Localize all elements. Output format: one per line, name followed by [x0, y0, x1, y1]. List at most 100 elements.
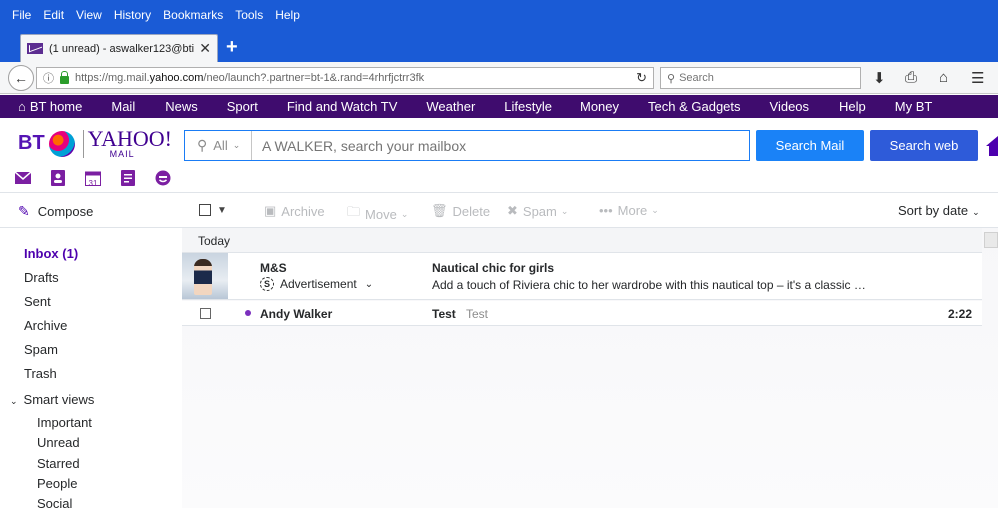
- bt-nav-weather[interactable]: Weather: [426, 99, 475, 114]
- tab-title: (1 unread) - aswalker123@bti...: [49, 42, 196, 55]
- bt-nav-mail[interactable]: Mail: [111, 99, 135, 114]
- calendar-app-icon[interactable]: 31: [84, 170, 102, 188]
- folder-drafts[interactable]: Drafts: [24, 270, 59, 285]
- chevron-down-icon: ⌄: [400, 208, 409, 219]
- browser-tab[interactable]: (1 unread) - aswalker123@bti... ✕: [20, 34, 218, 62]
- sort-dropdown[interactable]: Sort by date ⌄: [898, 203, 980, 218]
- bt-nav-videos[interactable]: Videos: [770, 99, 810, 114]
- search-scope-dropdown[interactable]: ⚲ All ⌄: [185, 131, 252, 160]
- lock-icon: [60, 71, 69, 84]
- bt-nav-money[interactable]: Money: [580, 99, 619, 114]
- home-icon[interactable]: [984, 134, 998, 158]
- close-tab-icon[interactable]: ✕: [199, 40, 211, 57]
- menu-history[interactable]: History: [114, 8, 151, 22]
- folder-sent[interactable]: Sent: [24, 294, 51, 309]
- smart-view-people[interactable]: People: [37, 476, 77, 491]
- select-all-checkbox[interactable]: ▼: [199, 204, 227, 216]
- menu-icon[interactable]: ☰: [971, 69, 984, 87]
- messenger-app-icon[interactable]: [154, 170, 172, 186]
- bt-nav-help[interactable]: Help: [839, 99, 866, 114]
- scrollbar-up[interactable]: [984, 232, 998, 248]
- bt-nav-mybt[interactable]: My BT: [895, 99, 933, 114]
- mail-search-box: ⚲ All ⌄: [184, 130, 750, 161]
- trash-icon: 🗑: [431, 203, 448, 218]
- browser-search-box[interactable]: ⚲: [660, 67, 861, 89]
- bt-nav-sport[interactable]: Sport: [227, 99, 258, 114]
- sponsored-icon: S: [260, 277, 274, 291]
- mail-header: BT YAHOO! MAIL ⚲ All ⌄ Search Mail Searc…: [0, 118, 998, 193]
- menu-tools[interactable]: Tools: [235, 8, 263, 22]
- ad-tag[interactable]: S Advertisement ⌄: [260, 277, 373, 291]
- browser-search-input[interactable]: [679, 72, 830, 84]
- message-sender: Andy Walker: [260, 307, 333, 321]
- envelope-icon: [27, 43, 43, 54]
- mail-toolbar: ✎ Compose ▼ ▣ Archive 🗀 Move ⌄ 🗑 Delete ✖ Spa…: [0, 194, 998, 228]
- smart-view-important[interactable]: Important: [37, 415, 92, 430]
- smart-view-social[interactable]: Social: [37, 496, 72, 508]
- menu-file[interactable]: File: [12, 8, 31, 22]
- ad-preview: Add a touch of Riviera chic to her wardr…: [432, 278, 866, 292]
- bt-nav-news[interactable]: News: [165, 99, 198, 114]
- menu-bookmarks[interactable]: Bookmarks: [163, 8, 223, 22]
- arrow-left-icon: ←: [14, 70, 28, 86]
- message-time: 2:22: [947, 307, 972, 321]
- archive-button[interactable]: ▣ Archive: [264, 203, 325, 219]
- bt-nav-bar: ⌂ BT home Mail News Sport Find and Watch…: [0, 95, 998, 118]
- delete-button[interactable]: 🗑 Delete: [431, 203, 490, 219]
- unread-dot-icon: [245, 310, 251, 316]
- reload-icon[interactable]: ↻: [636, 70, 647, 86]
- bt-nav-tech[interactable]: Tech & Gadgets: [648, 99, 741, 114]
- chevron-down-icon: ⌄: [651, 205, 659, 215]
- compose-button[interactable]: ✎ Compose: [18, 203, 93, 220]
- bt-nav-lifestyle[interactable]: Lifestyle: [504, 99, 552, 114]
- row-checkbox[interactable]: [200, 308, 211, 319]
- table-row[interactable]: Andy Walker Test Test 2:22: [182, 301, 982, 326]
- search-web-button[interactable]: Search web: [870, 130, 978, 161]
- chevron-down-icon: ⌄: [232, 140, 241, 150]
- smart-view-starred[interactable]: Starred: [37, 456, 80, 471]
- folder-inbox[interactable]: Inbox (1): [24, 246, 78, 261]
- mail-app-icon[interactable]: [14, 170, 32, 186]
- download-icon[interactable]: ⬇: [873, 69, 886, 87]
- folder-sidebar: Inbox (1) Drafts Sent Archive Spam Trash…: [0, 228, 182, 508]
- logo-yahoo: YAHOO! MAIL: [87, 126, 172, 159]
- logo-bt-text: BT: [18, 132, 45, 154]
- message-snippet: Test: [466, 307, 489, 321]
- folder-spam[interactable]: Spam: [24, 342, 58, 357]
- menu-bar: File Edit View History Bookmarks Tools H…: [0, 0, 998, 30]
- app-switcher: 31: [14, 170, 189, 188]
- more-dots-icon: •••: [599, 203, 613, 218]
- chevron-down-icon: ⌄: [10, 396, 18, 406]
- bt-home-icon: ⌂: [18, 99, 26, 114]
- message-list: Today M&S S Advertisement ⌄ Nautical chi…: [182, 228, 998, 508]
- bt-nav-home[interactable]: BT home: [30, 99, 83, 114]
- menu-edit[interactable]: Edit: [43, 8, 64, 22]
- ad-row[interactable]: M&S S Advertisement ⌄ Nautical chic for …: [182, 253, 982, 300]
- notepad-app-icon[interactable]: [119, 170, 137, 186]
- folder-trash[interactable]: Trash: [24, 366, 57, 381]
- print-icon[interactable]: ⎙: [905, 69, 917, 86]
- scope-label: All: [213, 138, 228, 153]
- new-tab-button[interactable]: +: [226, 36, 238, 59]
- more-button[interactable]: ••• More ⌄: [599, 203, 659, 218]
- url-bar[interactable]: ⓘ https://mg.mail.yahoo.com/neo/launch?.…: [36, 67, 654, 89]
- chevron-down-icon: ▼: [217, 204, 227, 216]
- bt-yahoo-logo[interactable]: BT YAHOO! MAIL: [18, 128, 172, 159]
- home-icon[interactable]: ⌂: [939, 69, 948, 86]
- ad-subject: Nautical chic for girls: [432, 261, 555, 275]
- smart-view-unread[interactable]: Unread: [37, 435, 80, 450]
- date-group-header: Today: [182, 228, 982, 253]
- menu-view[interactable]: View: [76, 8, 102, 22]
- bt-nav-tv[interactable]: Find and Watch TV: [287, 99, 398, 114]
- spam-button[interactable]: ✖ Spam ⌄: [507, 203, 568, 219]
- info-icon[interactable]: ⓘ: [43, 70, 54, 86]
- menu-help[interactable]: Help: [275, 8, 300, 22]
- back-button[interactable]: ←: [8, 65, 34, 91]
- contacts-app-icon[interactable]: [49, 170, 67, 186]
- mail-search-input[interactable]: [252, 137, 749, 154]
- move-button[interactable]: 🗀 Move ⌄: [347, 203, 408, 225]
- search-mail-button[interactable]: Search Mail: [756, 130, 864, 161]
- smart-views-toggle[interactable]: ⌄ Smart views: [10, 392, 94, 407]
- folder-archive[interactable]: Archive: [24, 318, 67, 333]
- ad-sender: M&S: [260, 261, 287, 275]
